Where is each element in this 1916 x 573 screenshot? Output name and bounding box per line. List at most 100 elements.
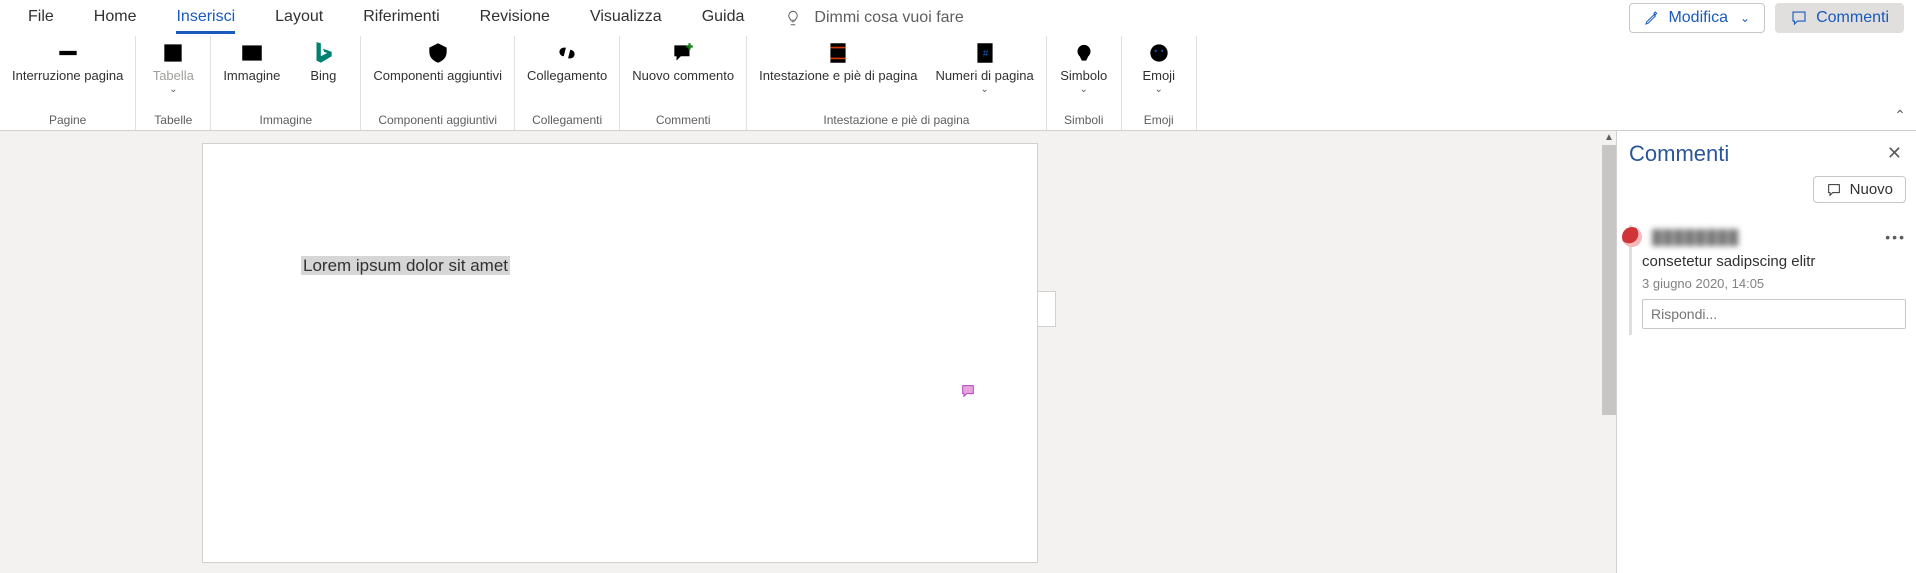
ribbon-tabs: File Home Inserisci Layout Riferimenti R… [0, 0, 1916, 36]
tab-layout[interactable]: Layout [255, 2, 343, 34]
group-emoji: Emoji ⌄ Emoji [1122, 36, 1197, 130]
link-button[interactable]: Collegamento [523, 38, 611, 86]
new-comment-label: Nuovo commento [632, 68, 734, 84]
tell-me-label: Dimmi cosa vuoi fare [814, 9, 963, 27]
new-comment-pane-label: Nuovo [1850, 181, 1893, 198]
vertical-scrollbar[interactable]: ▲ [1602, 131, 1616, 573]
addins-label: Componenti aggiuntivi [373, 68, 502, 84]
ribbon: Interruzione pagina Pagine Tabella ⌄ Tab… [0, 36, 1916, 131]
group-collegamenti: Collegamento Collegamenti [515, 36, 620, 130]
bing-button[interactable]: Bing [294, 38, 352, 86]
new-comment-icon [669, 40, 697, 66]
lightbulb-icon [784, 9, 802, 27]
comment-time: 3 giugno 2020, 14:05 [1642, 276, 1906, 291]
chevron-down-icon: ⌄ [1155, 84, 1163, 96]
group-title-addins: Componenti aggiuntivi [378, 113, 497, 130]
symbol-button[interactable]: Simbolo ⌄ [1055, 38, 1113, 98]
comment-icon [1790, 9, 1808, 27]
comment-author: ████████ [1652, 229, 1739, 245]
collapse-ribbon-button[interactable]: ⌃ [1884, 36, 1916, 130]
emoji-label: Emoji [1142, 68, 1175, 84]
page-break-icon [54, 40, 82, 66]
tab-file[interactable]: File [8, 2, 74, 34]
group-tabelle: Tabella ⌄ Tabelle [136, 36, 211, 130]
table-label: Tabella [153, 68, 194, 84]
table-button[interactable]: Tabella ⌄ [144, 38, 202, 98]
workspace: Lorem ipsum dolor sit amet ▲ Commenti ✕ … [0, 131, 1916, 573]
comments-pane: Commenti ✕ Nuovo ████████ ••• consetetur… [1616, 131, 1916, 573]
comments-toggle-label: Commenti [1816, 9, 1889, 27]
page-number-label: Numeri di pagina [935, 68, 1033, 84]
tab-revisione[interactable]: Revisione [460, 2, 570, 34]
comment-card[interactable]: ████████ ••• consetetur sadipscing elitr… [1629, 225, 1906, 335]
scroll-up-icon[interactable]: ▲ [1602, 131, 1616, 145]
chevron-down-icon: ⌄ [1080, 84, 1088, 96]
svg-text:#: # [982, 48, 988, 59]
bing-icon [309, 40, 337, 66]
selected-text[interactable]: Lorem ipsum dolor sit amet [301, 256, 510, 275]
group-title-collegamenti: Collegamenti [532, 113, 602, 130]
chevron-up-icon: ⌃ [1894, 107, 1906, 124]
group-headerfooter: Intestazione e piè di pagina # Numeri di… [747, 36, 1047, 130]
edit-mode-button[interactable]: Modifica ⌄ [1629, 3, 1765, 33]
document-page[interactable]: Lorem ipsum dolor sit amet [202, 143, 1038, 563]
addins-button[interactable]: Componenti aggiuntivi [369, 38, 506, 86]
avatar [1622, 227, 1642, 247]
tab-visualizza[interactable]: Visualizza [570, 2, 682, 34]
bing-label: Bing [310, 68, 336, 84]
image-icon [238, 40, 266, 66]
tell-me-search[interactable]: Dimmi cosa vuoi fare [764, 9, 963, 27]
tab-guida[interactable]: Guida [682, 2, 765, 34]
chevron-down-icon: ⌄ [169, 84, 177, 96]
group-title-commenti: Commenti [656, 113, 711, 130]
new-comment-icon [1826, 182, 1842, 198]
group-title-tabelle: Tabelle [154, 113, 192, 130]
new-comment-pane-button[interactable]: Nuovo [1813, 176, 1906, 203]
table-icon [159, 40, 187, 66]
header-footer-icon [824, 40, 852, 66]
emoji-button[interactable]: Emoji ⌄ [1130, 38, 1188, 98]
comments-pane-title: Commenti [1629, 141, 1729, 167]
scroll-thumb[interactable] [1602, 145, 1616, 415]
group-immagine: Immagine Bing Immagine [211, 36, 361, 130]
group-pagine: Interruzione pagina Pagine [0, 36, 136, 130]
tab-riferimenti[interactable]: Riferimenti [343, 2, 459, 34]
page-number-button[interactable]: # Numeri di pagina ⌄ [931, 38, 1037, 98]
link-label: Collegamento [527, 68, 607, 84]
more-icon: ••• [1885, 229, 1906, 245]
group-title-pagine: Pagine [49, 113, 86, 130]
group-commenti: Nuovo commento Commenti [620, 36, 747, 130]
group-title-simboli: Simboli [1064, 113, 1103, 130]
addins-icon [424, 40, 452, 66]
image-label: Immagine [223, 68, 280, 84]
symbol-label: Simbolo [1060, 68, 1107, 84]
tab-home[interactable]: Home [74, 2, 157, 34]
comment-callout[interactable] [1038, 291, 1056, 327]
group-title-emoji: Emoji [1144, 113, 1174, 130]
page-number-icon: # [971, 40, 999, 66]
group-title-headerfooter: Intestazione e piè di pagina [823, 113, 969, 130]
edit-mode-label: Modifica [1668, 9, 1728, 27]
page-break-label: Interruzione pagina [12, 68, 123, 84]
close-icon: ✕ [1887, 143, 1902, 163]
group-simboli: Simbolo ⌄ Simboli [1047, 36, 1122, 130]
chevron-down-icon: ⌄ [980, 84, 988, 96]
pencil-icon [1644, 10, 1660, 26]
document-area[interactable]: Lorem ipsum dolor sit amet ▲ [0, 131, 1616, 573]
group-title-immagine: Immagine [260, 113, 313, 130]
group-addins: Componenti aggiuntivi Componenti aggiunt… [361, 36, 515, 130]
comment-reply-input[interactable] [1642, 299, 1906, 329]
symbol-icon [1070, 40, 1098, 66]
page-break-button[interactable]: Interruzione pagina [8, 38, 127, 86]
image-button[interactable]: Immagine [219, 38, 284, 86]
close-comments-button[interactable]: ✕ [1883, 139, 1906, 168]
new-comment-button[interactable]: Nuovo commento [628, 38, 738, 86]
emoji-icon [1145, 40, 1173, 66]
comment-marker-icon[interactable] [960, 383, 976, 404]
tab-inserisci[interactable]: Inserisci [156, 2, 255, 34]
comments-toggle-button[interactable]: Commenti [1775, 3, 1904, 33]
header-footer-button[interactable]: Intestazione e piè di pagina [755, 38, 921, 86]
header-footer-label: Intestazione e piè di pagina [759, 68, 917, 84]
comment-more-button[interactable]: ••• [1885, 229, 1906, 245]
comment-body: consetetur sadipscing elitr [1642, 253, 1906, 270]
